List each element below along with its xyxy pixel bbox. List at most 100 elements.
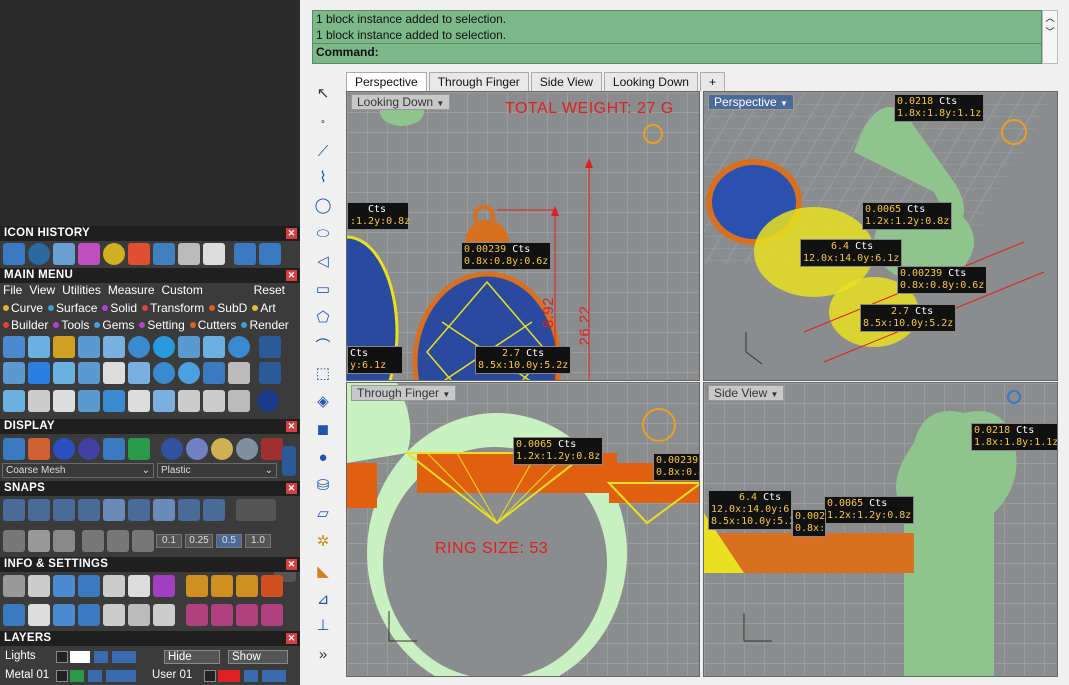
layer-toggle-icon[interactable] (262, 670, 286, 682)
display-mode-icon[interactable] (28, 438, 50, 460)
lock-icon[interactable] (244, 670, 258, 682)
layer-color-swatch[interactable] (218, 670, 240, 682)
render-icon[interactable] (186, 604, 208, 626)
diamond-icon[interactable] (28, 362, 50, 384)
menu-utilities[interactable]: Utilities (62, 283, 101, 299)
gem-tool-icon[interactable] (228, 336, 250, 358)
layer-toggle-icon[interactable] (112, 651, 136, 663)
snap-icon[interactable] (178, 499, 200, 521)
menu-view[interactable]: View (29, 283, 55, 299)
arc-icon[interactable]: ◁ (312, 250, 334, 272)
move-tool-icon[interactable] (103, 390, 125, 412)
category-tools[interactable]: Tools (53, 317, 89, 333)
material-icon[interactable] (236, 438, 258, 460)
material-icon[interactable] (211, 438, 233, 460)
viewport-label-side-view[interactable]: Side View ▼ (708, 385, 785, 401)
transform-icon[interactable]: ◣ (312, 560, 334, 582)
snap-value-0.25[interactable]: 0.25 (185, 534, 213, 548)
display-mode-icon[interactable] (53, 438, 75, 460)
scroll-down-icon[interactable]: ﹀ (1043, 25, 1057, 39)
cylinder-icon[interactable]: ⛁ (312, 474, 334, 496)
arrow-left-icon[interactable] (234, 243, 256, 265)
gem-tool-icon[interactable] (53, 336, 75, 358)
add-tab-button[interactable]: + (699, 72, 725, 91)
history-tool-icon[interactable] (53, 243, 75, 265)
window-icon[interactable] (28, 604, 50, 626)
info-icon[interactable] (103, 575, 125, 597)
fillet-icon[interactable]: ⌒ (312, 334, 334, 356)
rectangle-icon[interactable]: ▭ (312, 278, 334, 300)
snap-icon[interactable] (82, 530, 104, 552)
gear-icon[interactable]: ✲ (312, 530, 334, 552)
tab-looking-down[interactable]: Looking Down (603, 72, 698, 91)
command-history[interactable]: 1 block instance added to selection. 1 b… (312, 10, 1042, 64)
curve-tool-icon[interactable] (53, 390, 75, 412)
history-tool-icon[interactable] (153, 243, 175, 265)
polyline-icon[interactable]: ⟋ (312, 140, 334, 162)
history-tool-icon[interactable] (3, 243, 25, 265)
viewport-looking-down[interactable]: Looking Down ▼ TOTAL WEIGHT: 27 G 8.92 2… (346, 91, 700, 381)
gem-tool-icon[interactable] (3, 362, 25, 384)
category-gems[interactable]: Gems (94, 317, 134, 333)
object-icon[interactable] (78, 604, 100, 626)
curve-icon[interactable]: ⌇ (312, 166, 334, 188)
select-arrow-icon[interactable]: ↖ (312, 82, 334, 104)
gem-tool-icon[interactable] (203, 336, 225, 358)
play-icon[interactable] (204, 670, 216, 682)
history-tool-icon[interactable] (78, 243, 100, 265)
category-surface[interactable]: Surface (48, 300, 97, 316)
render-icon[interactable] (261, 604, 283, 626)
filter-icon[interactable] (103, 604, 125, 626)
dimension-icon[interactable] (186, 575, 208, 597)
snap-value-0.5[interactable]: 0.5 (216, 534, 242, 548)
history-tool-icon[interactable] (128, 243, 150, 265)
display-mode-icon[interactable] (78, 438, 100, 460)
layer-row-lights[interactable]: Lights Hide Show (4, 650, 296, 665)
category-render[interactable]: Render (241, 317, 289, 333)
info-icon[interactable] (78, 575, 100, 597)
arrow-right-icon[interactable] (259, 243, 281, 265)
edit-icon[interactable] (128, 575, 150, 597)
info-icon[interactable] (53, 575, 75, 597)
menu-custom[interactable]: Custom (162, 283, 203, 299)
dimension-icon[interactable] (236, 575, 258, 597)
play-icon[interactable] (56, 651, 68, 663)
polygon-icon[interactable]: ⬠ (312, 306, 334, 328)
box-icon[interactable]: ◼ (312, 418, 334, 440)
tab-perspective[interactable]: Perspective (346, 72, 427, 91)
panel-toggle-icon[interactable] (282, 446, 296, 476)
gem-tool-icon[interactable] (228, 362, 250, 384)
layer-row-metal[interactable]: Metal 01 User 01 (4, 669, 296, 684)
lock-icon[interactable] (94, 651, 108, 663)
snap-icon[interactable] (53, 499, 75, 521)
category-builder[interactable]: Builder (3, 317, 48, 333)
gem-tool-icon[interactable] (178, 336, 200, 358)
gem-tool-icon[interactable] (103, 362, 125, 384)
show-button[interactable]: Show (228, 650, 288, 664)
layer-color-swatch[interactable] (70, 651, 90, 663)
sphere-icon[interactable]: ● (312, 446, 334, 468)
category-curve[interactable]: Curve (3, 300, 43, 316)
history-tool-icon[interactable] (103, 243, 125, 265)
circle-tool-icon[interactable] (257, 390, 279, 412)
close-icon[interactable]: ✕ (286, 483, 297, 494)
surface-icon[interactable]: ◈ (312, 390, 334, 412)
display-mode-icon[interactable] (3, 438, 25, 460)
more-tools-icon[interactable]: » (312, 643, 334, 665)
gem-tool-icon[interactable] (153, 336, 175, 358)
material-icon[interactable] (186, 438, 208, 460)
display-mode-icon[interactable] (128, 438, 150, 460)
info-icon[interactable] (153, 575, 175, 597)
edit-points-icon[interactable]: ⬚ (312, 362, 334, 384)
tab-through-finger[interactable]: Through Finger (428, 72, 529, 91)
menu-file[interactable]: File (3, 283, 22, 299)
viewport-side-view[interactable]: Side View ▼ 0.0218 Cts 1.8x:1.8y:1.1z 6.4… (703, 382, 1058, 677)
plane-icon[interactable]: ▱ (312, 502, 334, 524)
gem-tool-icon[interactable] (178, 390, 200, 412)
render-icon[interactable] (211, 604, 233, 626)
gem-tool-icon[interactable] (153, 390, 175, 412)
snap-icon[interactable] (3, 499, 25, 521)
snap-value-1.0[interactable]: 1.0 (245, 534, 271, 548)
close-icon[interactable]: ✕ (286, 421, 297, 432)
tab-side-view[interactable]: Side View (530, 72, 602, 91)
